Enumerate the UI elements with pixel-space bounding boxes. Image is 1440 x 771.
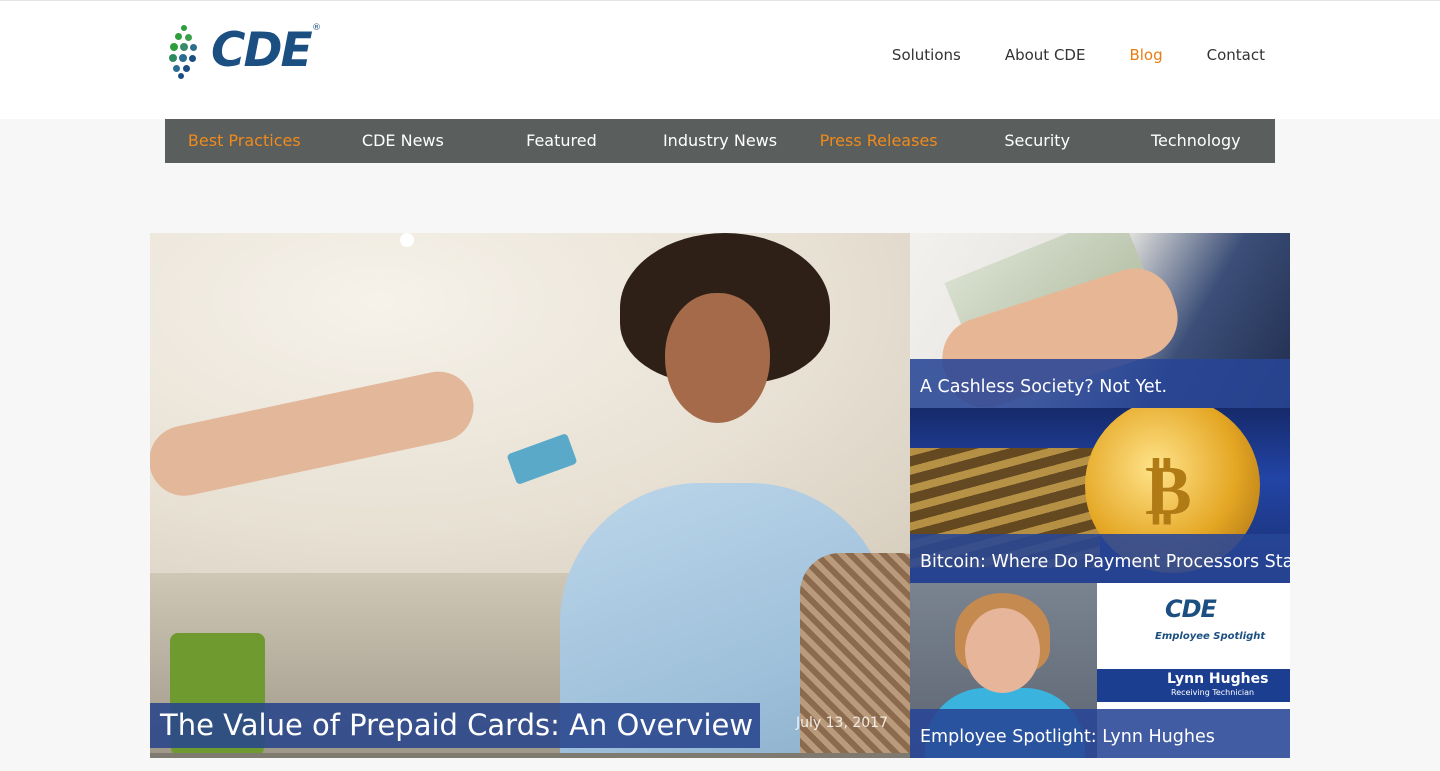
side-post-title[interactable]: Employee Spotlight: Lynn Hughes <box>910 709 1290 758</box>
featured-post-date: July 13, 2017 <box>796 715 888 731</box>
side-post-title[interactable]: Bitcoin: Where Do Payment Processors Sta… <box>910 534 1290 583</box>
category-featured[interactable]: Featured <box>482 119 641 163</box>
globe-dots-icon <box>165 21 209 79</box>
side-post-bitcoin[interactable]: ₿ Bitcoin: Where Do Payment Processors S… <box>910 408 1290 583</box>
featured-post[interactable]: The Value of Prepaid Cards: An Overview … <box>150 233 910 758</box>
nav-blog[interactable]: Blog <box>1129 45 1162 65</box>
bitcoin-icon: ₿ <box>1145 448 1192 531</box>
spotlight-heading: Employee Spotlight <box>1155 631 1266 642</box>
category-best-practices[interactable]: Best Practices <box>165 119 324 163</box>
site-header: CDE ® Solutions About CDE Blog Contact <box>0 0 1440 119</box>
registered-mark: ® <box>312 23 321 33</box>
side-post-title[interactable]: A Cashless Society? Not Yet. <box>910 359 1290 408</box>
category-bar: Best Practices CDE News Featured Industr… <box>165 119 1275 163</box>
category-press-releases[interactable]: Press Releases <box>799 119 958 163</box>
logo-wordmark: CDE <box>211 22 313 78</box>
category-industry-news[interactable]: Industry News <box>641 119 800 163</box>
featured-post-title[interactable]: The Value of Prepaid Cards: An Overview <box>150 703 760 748</box>
side-post-employee-spotlight[interactable]: CDE Employee Spotlight Lynn Hughes Recei… <box>910 583 1290 758</box>
spotlight-role: Receiving Technician <box>1171 688 1255 697</box>
spotlight-logo: CDE <box>1165 595 1217 623</box>
cde-logo[interactable]: CDE <box>165 19 325 81</box>
nav-solutions[interactable]: Solutions <box>892 45 961 65</box>
main-nav: Solutions About CDE Blog Contact <box>848 45 1265 65</box>
nav-about-cde[interactable]: About CDE <box>1005 45 1086 65</box>
category-cde-news[interactable]: CDE News <box>324 119 483 163</box>
category-security[interactable]: Security <box>958 119 1117 163</box>
nav-contact[interactable]: Contact <box>1207 45 1265 65</box>
side-post-cashless[interactable]: A Cashless Society? Not Yet. <box>910 233 1290 408</box>
spotlight-name: Lynn Hughes <box>1167 671 1269 687</box>
featured-image-person-face <box>665 293 770 423</box>
category-technology[interactable]: Technology <box>1116 119 1275 163</box>
